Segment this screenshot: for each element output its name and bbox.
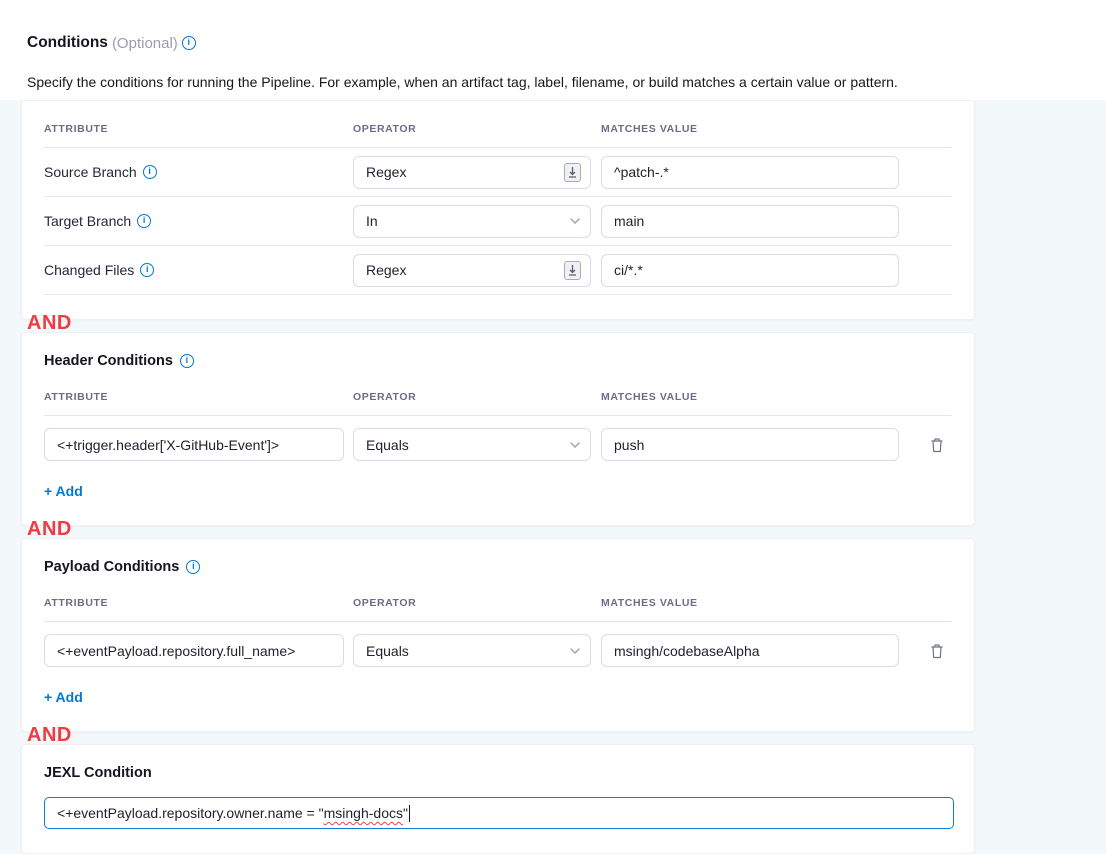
attribute-column-header: ATTRIBUTE <box>44 391 353 403</box>
payload-condition-row: Equals <box>44 622 952 679</box>
source-branch-value-input[interactable] <box>601 156 899 189</box>
delete-row-button[interactable] <box>926 434 948 456</box>
changed-files-label: Changed Files <box>44 262 134 278</box>
fixed-input-type-icon[interactable] <box>564 163 581 182</box>
operator-value: Equals <box>366 437 409 453</box>
header-conditions-title-row: Header Conditions <box>44 353 952 369</box>
text-cursor <box>409 805 411 822</box>
attribute-label-cell: Changed Files <box>44 262 353 278</box>
attribute-label-cell: Target Branch <box>44 213 353 229</box>
payload-value-input[interactable] <box>601 634 899 667</box>
source-branch-label: Source Branch <box>44 164 137 180</box>
add-header-condition-link[interactable]: + Add <box>44 483 83 499</box>
operator-value: Regex <box>366 164 406 180</box>
header-value-input[interactable] <box>601 428 899 461</box>
jexl-condition-card: JEXL Condition <+eventPayload.repository… <box>21 744 975 854</box>
column-headers: ATTRIBUTE OPERATOR MATCHES VALUE <box>44 117 952 141</box>
target-branch-operator-select[interactable]: In <box>353 205 591 238</box>
trash-icon <box>930 643 944 659</box>
conditions-header-section: Conditions (Optional) Specify the condit… <box>0 0 1106 100</box>
page-title-optional: (Optional) <box>112 35 178 52</box>
delete-row-button[interactable] <box>926 640 948 662</box>
fixed-input-type-icon[interactable] <box>564 261 581 280</box>
header-attribute-input[interactable] <box>44 428 344 461</box>
header-conditions-card: Header Conditions ATTRIBUTE OPERATOR MAT… <box>21 332 975 526</box>
jexl-value-flagged-word: msingh-docs <box>324 805 403 821</box>
operator-column-header: OPERATOR <box>353 597 601 609</box>
jexl-value-suffix: " <box>403 805 408 821</box>
chevron-down-icon <box>569 441 581 449</box>
condition-row-changed-files: Changed Files Regex <box>44 246 952 295</box>
source-branch-operator-select[interactable]: Regex <box>353 156 591 189</box>
info-icon[interactable] <box>143 165 157 179</box>
operator-column-header: OPERATOR <box>353 391 601 403</box>
page-title-row: Conditions (Optional) <box>27 34 1076 52</box>
payload-operator-select[interactable]: Equals <box>353 634 591 667</box>
and-label: AND <box>27 312 72 335</box>
matches-value-column-header: MATCHES VALUE <box>601 123 899 135</box>
changed-files-value-input[interactable] <box>601 254 899 287</box>
target-branch-value-input[interactable] <box>601 205 899 238</box>
matches-value-column-header: MATCHES VALUE <box>601 597 899 609</box>
page-title: Conditions <box>27 34 108 52</box>
pipeline-conditions-card: ATTRIBUTE OPERATOR MATCHES VALUE Source … <box>21 100 975 320</box>
jexl-value-prefix: <+eventPayload.repository.owner.name = " <box>57 805 324 821</box>
changed-files-operator-select[interactable]: Regex <box>353 254 591 287</box>
column-headers: ATTRIBUTE OPERATOR MATCHES VALUE <box>44 385 952 409</box>
header-condition-row: Equals <box>44 416 952 473</box>
and-separator: AND <box>21 320 975 332</box>
page-description: Specify the conditions for running the P… <box>27 74 1076 90</box>
chevron-down-icon <box>569 647 581 655</box>
chevron-down-icon <box>569 217 581 225</box>
operator-value: Regex <box>366 262 406 278</box>
and-separator: AND <box>21 732 975 744</box>
jexl-condition-title: JEXL Condition <box>44 765 952 781</box>
operator-value: Equals <box>366 643 409 659</box>
header-operator-select[interactable]: Equals <box>353 428 591 461</box>
and-label: AND <box>27 518 72 541</box>
payload-conditions-card: Payload Conditions ATTRIBUTE OPERATOR MA… <box>21 538 975 732</box>
condition-row-source-branch: Source Branch Regex <box>44 148 952 197</box>
operator-column-header: OPERATOR <box>353 123 601 135</box>
info-icon[interactable] <box>182 36 196 50</box>
payload-conditions-title: Payload Conditions <box>44 559 179 575</box>
condition-row-target-branch: Target Branch In <box>44 197 952 246</box>
attribute-column-header: ATTRIBUTE <box>44 123 353 135</box>
info-icon[interactable] <box>186 560 200 574</box>
and-separator: AND <box>21 526 975 538</box>
target-branch-label: Target Branch <box>44 213 131 229</box>
matches-value-column-header: MATCHES VALUE <box>601 391 899 403</box>
payload-conditions-title-row: Payload Conditions <box>44 559 952 575</box>
info-icon[interactable] <box>140 263 154 277</box>
add-payload-condition-link[interactable]: + Add <box>44 689 83 705</box>
payload-attribute-input[interactable] <box>44 634 344 667</box>
info-icon[interactable] <box>180 354 194 368</box>
trash-icon <box>930 437 944 453</box>
operator-value: In <box>366 213 378 229</box>
info-icon[interactable] <box>137 214 151 228</box>
and-label: AND <box>27 724 72 747</box>
attribute-column-header: ATTRIBUTE <box>44 597 353 609</box>
jexl-condition-input[interactable]: <+eventPayload.repository.owner.name = "… <box>44 797 954 829</box>
conditions-stack: ATTRIBUTE OPERATOR MATCHES VALUE Source … <box>0 100 975 854</box>
header-conditions-title: Header Conditions <box>44 353 173 369</box>
attribute-label-cell: Source Branch <box>44 164 353 180</box>
column-headers: ATTRIBUTE OPERATOR MATCHES VALUE <box>44 591 952 615</box>
